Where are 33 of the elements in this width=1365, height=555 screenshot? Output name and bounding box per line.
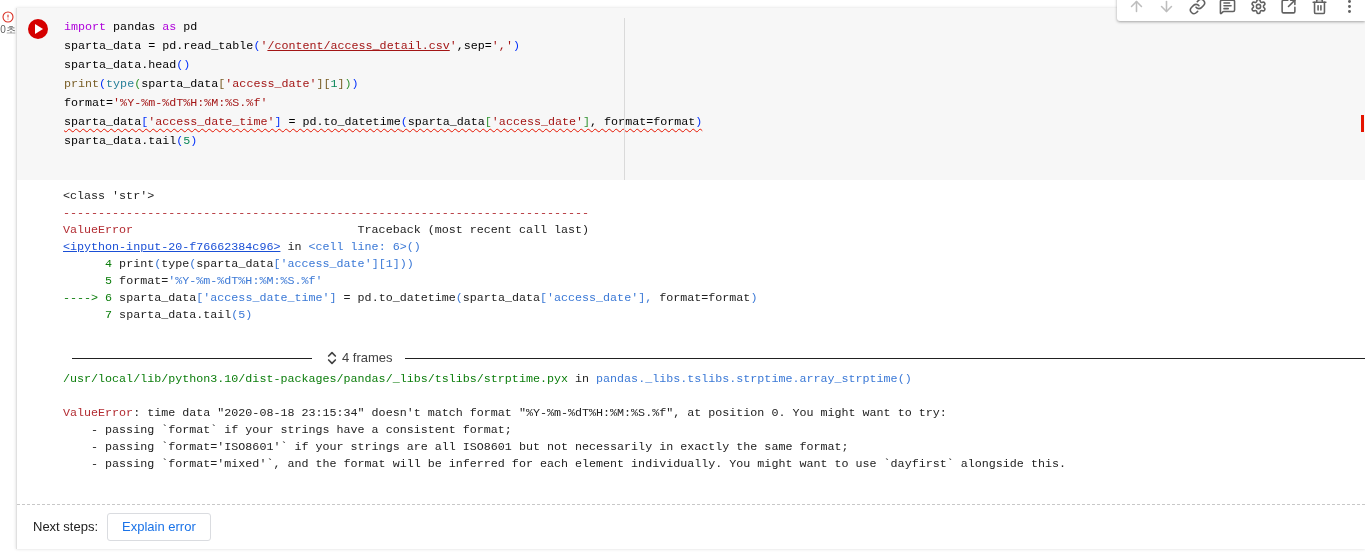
trash-icon[interactable] <box>1310 0 1328 15</box>
settings-icon[interactable] <box>1249 0 1267 15</box>
code-line: import pandas as pd <box>64 19 198 36</box>
output-line: <class 'str'> <box>63 188 155 205</box>
output-line: /usr/local/lib/python3.10/dist-packages/pandas/_libs/tslibs/strptime.pyx in pandas._libs.tslibs.strptime.array_strptime() <box>63 371 912 388</box>
output-line: 7 sparta_data.tail(5) <box>104 307 253 324</box>
run-button[interactable] <box>28 19 48 39</box>
output-line: - passing `format='ISO8601'` if your strings are all ISO8601 but not necessarily in exactly the same format; <box>90 439 849 456</box>
output-line: --------------------------------------------------------------------------- <box>63 205 590 222</box>
code-line: sparta_data.head() <box>64 57 191 74</box>
output-line: - passing `format='mixed'`, and the format will be inferred for each element individually. You might want to use `dayfirst` alongside this. <box>90 456 1066 473</box>
code-line: format='%Y-%m-%dT%H:%M:%S.%f' <box>64 95 268 112</box>
code-line: print(type(sparta_data['access_date'][1])) <box>64 76 359 93</box>
code-line: sparta_data = pd.read_table('/content/access_detail.csv',sep=',') <box>64 38 520 55</box>
output-line: ValueError: time data "2020-08-18 23:15:34" doesn't match format "%Y-%m-%dT%H:%M:%S.%f", at position 0. You might want to try: <box>63 405 947 422</box>
frames-toggle[interactable]: 4 frames <box>312 348 405 368</box>
code-line: sparta_data.tail(5) <box>64 133 198 150</box>
error-marker <box>1361 115 1364 132</box>
explain-error-button[interactable]: Explain error <box>107 513 211 541</box>
next-steps-label: Next steps: <box>33 518 99 537</box>
output-line: ----> 6 sparta_data['access_date_time'] = pd.to_datetime(sparta_data['access_date'], format=format) <box>63 290 758 307</box>
output-line: 4 print(type(sparta_data['access_date'][1])) <box>104 256 414 273</box>
code-editor[interactable] <box>17 8 1365 180</box>
output-line: - passing `format` if your strings have a consistent format; <box>90 422 512 439</box>
play-icon <box>33 24 43 34</box>
external-icon[interactable] <box>1280 0 1298 15</box>
output-line: 5 format='%Y-%m-%dT%H:%M:%S.%f' <box>104 273 323 290</box>
elapsed-time: 0초 <box>0 24 16 36</box>
comment-icon[interactable] <box>1219 0 1237 15</box>
output-line: <ipython-input-20-f76662384c96> in <cell line: 6>() <box>63 239 421 256</box>
link-icon[interactable] <box>1188 0 1206 15</box>
output-line: ValueError Traceback (most recent call last) <box>63 222 590 239</box>
code-line: sparta_data['access_date_time'] = pd.to_datetime(sparta_data['access_date'], format=format) <box>64 114 703 131</box>
